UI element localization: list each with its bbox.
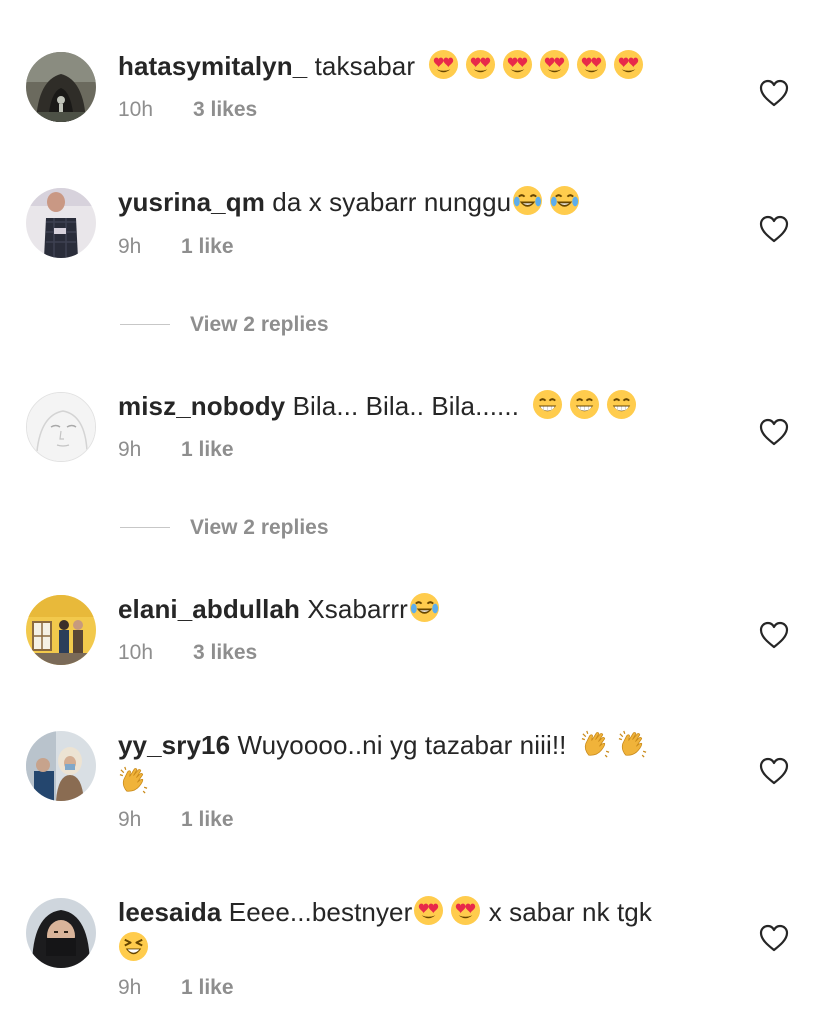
view-replies-label[interactable]: View 2 replies: [190, 513, 329, 543]
comment-username[interactable]: yusrina_qm: [118, 187, 265, 217]
like-heart-icon[interactable]: [759, 757, 789, 785]
comment-username[interactable]: misz_nobody: [118, 391, 285, 421]
comment-body: Xsabarrr: [307, 594, 408, 624]
comment-timestamp[interactable]: 9h: [118, 807, 181, 833]
clapping-hands-emoji-icon: [580, 728, 611, 759]
comment-username[interactable]: leesaida: [118, 897, 221, 927]
comment-likes-count[interactable]: 1 like: [181, 975, 234, 1001]
comment-likes-count[interactable]: 1 like: [181, 437, 234, 463]
like-heart-icon[interactable]: [759, 924, 789, 952]
comment-body: Bila... Bila.. Bila......: [292, 391, 520, 421]
comment-text: yusrina_qm da x syabarr nunggu: [118, 184, 698, 220]
comment-timestamp[interactable]: 9h: [118, 437, 181, 463]
comment-username[interactable]: yy_sry16: [118, 730, 230, 760]
comment-meta: 10h 3 likes: [118, 97, 257, 123]
comment-meta: 9h 1 like: [118, 975, 234, 1001]
comment-meta: 9h 1 like: [118, 437, 234, 463]
comment-likes-count[interactable]: 1 like: [181, 234, 234, 260]
avatar[interactable]: [26, 595, 96, 665]
squinting-face-emoji-icon: [118, 931, 149, 962]
comment-likes-count[interactable]: 3 likes: [193, 97, 257, 123]
comment-body: Eeee...bestnyer: [228, 897, 413, 927]
view-replies-label[interactable]: View 2 replies: [190, 310, 329, 340]
comment-likes-count[interactable]: 1 like: [181, 807, 234, 833]
heart-eyes-emoji-icon: [428, 49, 459, 80]
like-heart-icon[interactable]: [759, 418, 789, 446]
comment-username[interactable]: elani_abdullah: [118, 594, 300, 624]
like-heart-icon[interactable]: [759, 215, 789, 243]
avatar[interactable]: [26, 392, 96, 462]
comment-body: da x syabarr nunggu: [272, 187, 512, 217]
comment-timestamp[interactable]: 10h: [118, 640, 193, 666]
heart-eyes-emoji-icon: [502, 49, 533, 80]
heart-eyes-emoji-icon: [613, 49, 644, 80]
comment-timestamp[interactable]: 9h: [118, 975, 181, 1001]
replies-divider: [120, 527, 170, 528]
comment-meta: 9h 1 like: [118, 807, 234, 833]
comment-timestamp[interactable]: 9h: [118, 234, 181, 260]
comment-body: taksabar: [314, 51, 416, 81]
like-heart-icon[interactable]: [759, 79, 789, 107]
comment-text: leesaida Eeee...bestnyer x sabar nk tgk: [118, 894, 698, 966]
beaming-face-emoji-icon: [606, 389, 637, 420]
replies-divider: [120, 324, 170, 325]
tears-of-joy-emoji-icon: [409, 592, 440, 623]
heart-eyes-emoji-icon: [465, 49, 496, 80]
comment-likes-count[interactable]: 3 likes: [193, 640, 257, 666]
comment-text: elani_abdullah Xsabarrr: [118, 591, 698, 627]
comment-body: Wuyoooo..ni yg tazabar niii!!: [237, 730, 567, 760]
comment-username[interactable]: hatasymitalyn_: [118, 51, 307, 81]
avatar[interactable]: [26, 898, 96, 968]
heart-eyes-emoji-icon: [450, 895, 481, 926]
tears-of-joy-emoji-icon: [549, 185, 580, 216]
avatar[interactable]: [26, 731, 96, 801]
avatar[interactable]: [26, 188, 96, 258]
heart-eyes-emoji-icon: [413, 895, 444, 926]
comment-timestamp[interactable]: 10h: [118, 97, 193, 123]
comment-meta: 10h 3 likes: [118, 640, 257, 666]
avatar[interactable]: [26, 52, 96, 122]
comment-text: hatasymitalyn_ taksabar: [118, 48, 698, 84]
beaming-face-emoji-icon: [569, 389, 600, 420]
comment-text: yy_sry16 Wuyoooo..ni yg tazabar niii!!: [118, 727, 698, 799]
comment-text: misz_nobody Bila... Bila.. Bila......: [118, 388, 698, 424]
tears-of-joy-emoji-icon: [512, 185, 543, 216]
beaming-face-emoji-icon: [532, 389, 563, 420]
clapping-hands-emoji-icon: [118, 764, 149, 795]
like-heart-icon[interactable]: [759, 621, 789, 649]
clapping-hands-emoji-icon: [617, 728, 648, 759]
heart-eyes-emoji-icon: [576, 49, 607, 80]
heart-eyes-emoji-icon: [539, 49, 570, 80]
comment-body-continued: x sabar nk tgk: [488, 897, 652, 927]
comment-meta: 9h 1 like: [118, 234, 234, 260]
